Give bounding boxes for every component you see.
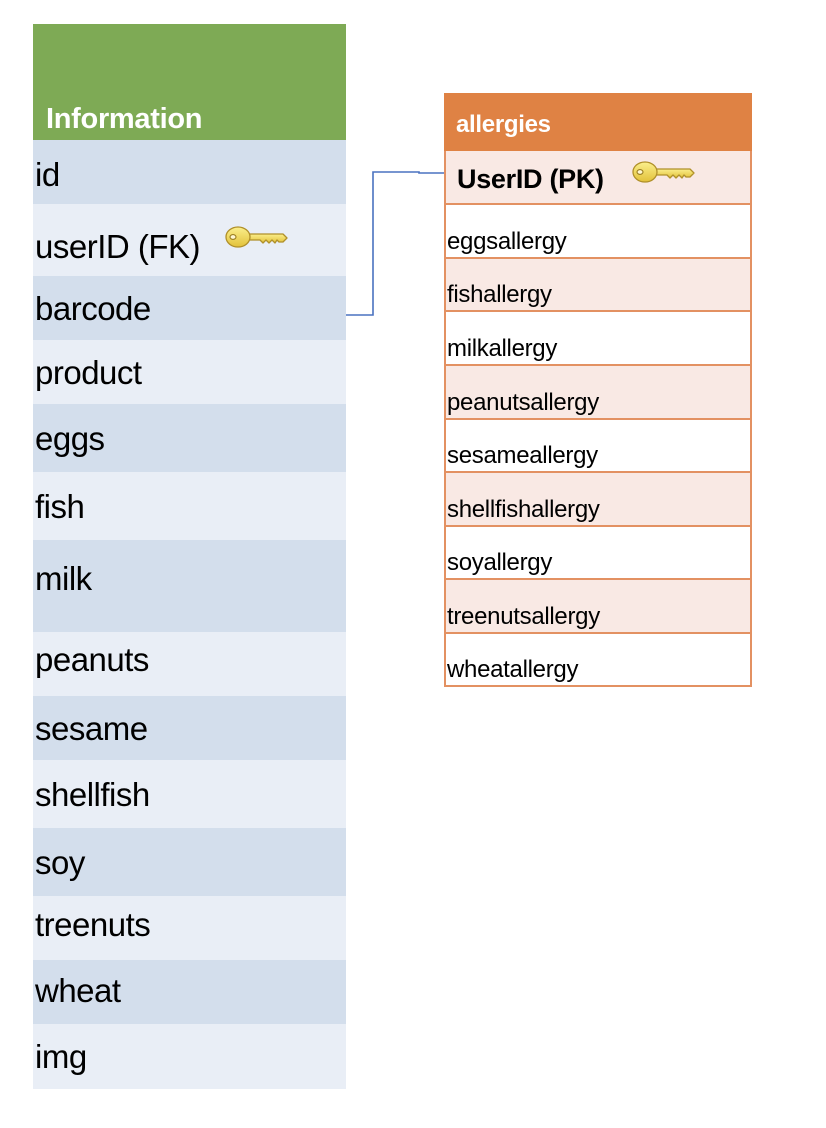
information-fields: id userID (FK) barcode product eggs fish milk… bbox=[33, 140, 346, 1089]
allergy-field-row: milkallergy bbox=[444, 312, 752, 366]
primary-key-row: UserID (PK) bbox=[444, 151, 752, 205]
information-field-row: milk bbox=[33, 540, 346, 632]
field-name: treenutsallergy bbox=[447, 603, 600, 630]
allergy-field-row: wheatallergy bbox=[444, 634, 752, 687]
information-field-row: shellfish bbox=[33, 760, 346, 828]
information-field-row: peanuts bbox=[33, 632, 346, 696]
field-name: userID (FK) bbox=[35, 228, 201, 265]
field-name: eggsallergy bbox=[447, 228, 567, 255]
information-field-row: treenuts bbox=[33, 896, 346, 960]
allergy-field-row: sesameallergy bbox=[444, 420, 752, 473]
information-field-row: img bbox=[33, 1024, 346, 1089]
field-name: img bbox=[35, 1038, 87, 1075]
information-field-row: eggs bbox=[33, 404, 346, 472]
field-name: id bbox=[35, 156, 60, 193]
field-name: eggs bbox=[35, 420, 105, 457]
field-name: wheat bbox=[35, 972, 121, 1009]
field-name: soy bbox=[35, 844, 85, 881]
field-name: fish bbox=[35, 488, 85, 525]
field-name: sesame bbox=[35, 710, 148, 747]
information-table-header: Information bbox=[33, 24, 346, 140]
field-name: peanutsallergy bbox=[447, 389, 599, 416]
allergy-field-row: shellfishallergy bbox=[444, 473, 752, 527]
primary-key-name: UserID (PK) bbox=[457, 164, 604, 194]
information-field-row: userID (FK) bbox=[33, 204, 346, 276]
information-field-row: product bbox=[33, 340, 346, 404]
field-name: product bbox=[35, 354, 142, 391]
field-name: milk bbox=[35, 560, 92, 597]
allergy-field-row: eggsallergy bbox=[444, 205, 752, 259]
foreign-key-icon bbox=[225, 222, 289, 262]
field-name: treenuts bbox=[35, 906, 151, 943]
information-field-row: fish bbox=[33, 472, 346, 540]
field-name: peanuts bbox=[35, 641, 149, 678]
field-name: fishallergy bbox=[447, 281, 552, 308]
field-name: shellfish bbox=[35, 776, 150, 813]
information-field-row: barcode bbox=[33, 276, 346, 340]
allergy-field-row: treenutsallergy bbox=[444, 580, 752, 634]
allergy-field-row: soyallergy bbox=[444, 527, 752, 580]
information-field-row: wheat bbox=[33, 960, 346, 1024]
field-name: shellfishallergy bbox=[447, 496, 600, 523]
information-field-row: soy bbox=[33, 828, 346, 896]
allergies-table-header: allergies bbox=[444, 93, 752, 151]
allergy-field-row: fishallergy bbox=[444, 259, 752, 312]
allergies-table: allergies UserID (PK) eggsallergy fishall… bbox=[444, 93, 752, 687]
allergies-fields: UserID (PK) eggsallergy fishallergy milkal… bbox=[444, 151, 752, 687]
information-table: Information id userID (FK) barcode product… bbox=[33, 24, 346, 1089]
field-name: sesameallergy bbox=[447, 442, 598, 469]
primary-key-icon bbox=[632, 157, 696, 196]
allergy-field-row: peanutsallergy bbox=[444, 366, 752, 420]
information-field-row: sesame bbox=[33, 696, 346, 760]
field-name: barcode bbox=[35, 290, 151, 327]
allergies-table-title: allergies bbox=[456, 111, 551, 138]
field-name: milkallergy bbox=[447, 335, 558, 362]
information-table-title: Information bbox=[46, 103, 203, 135]
information-field-row: id bbox=[33, 140, 346, 204]
field-name: wheatallergy bbox=[447, 656, 579, 683]
field-name: soyallergy bbox=[447, 549, 553, 576]
